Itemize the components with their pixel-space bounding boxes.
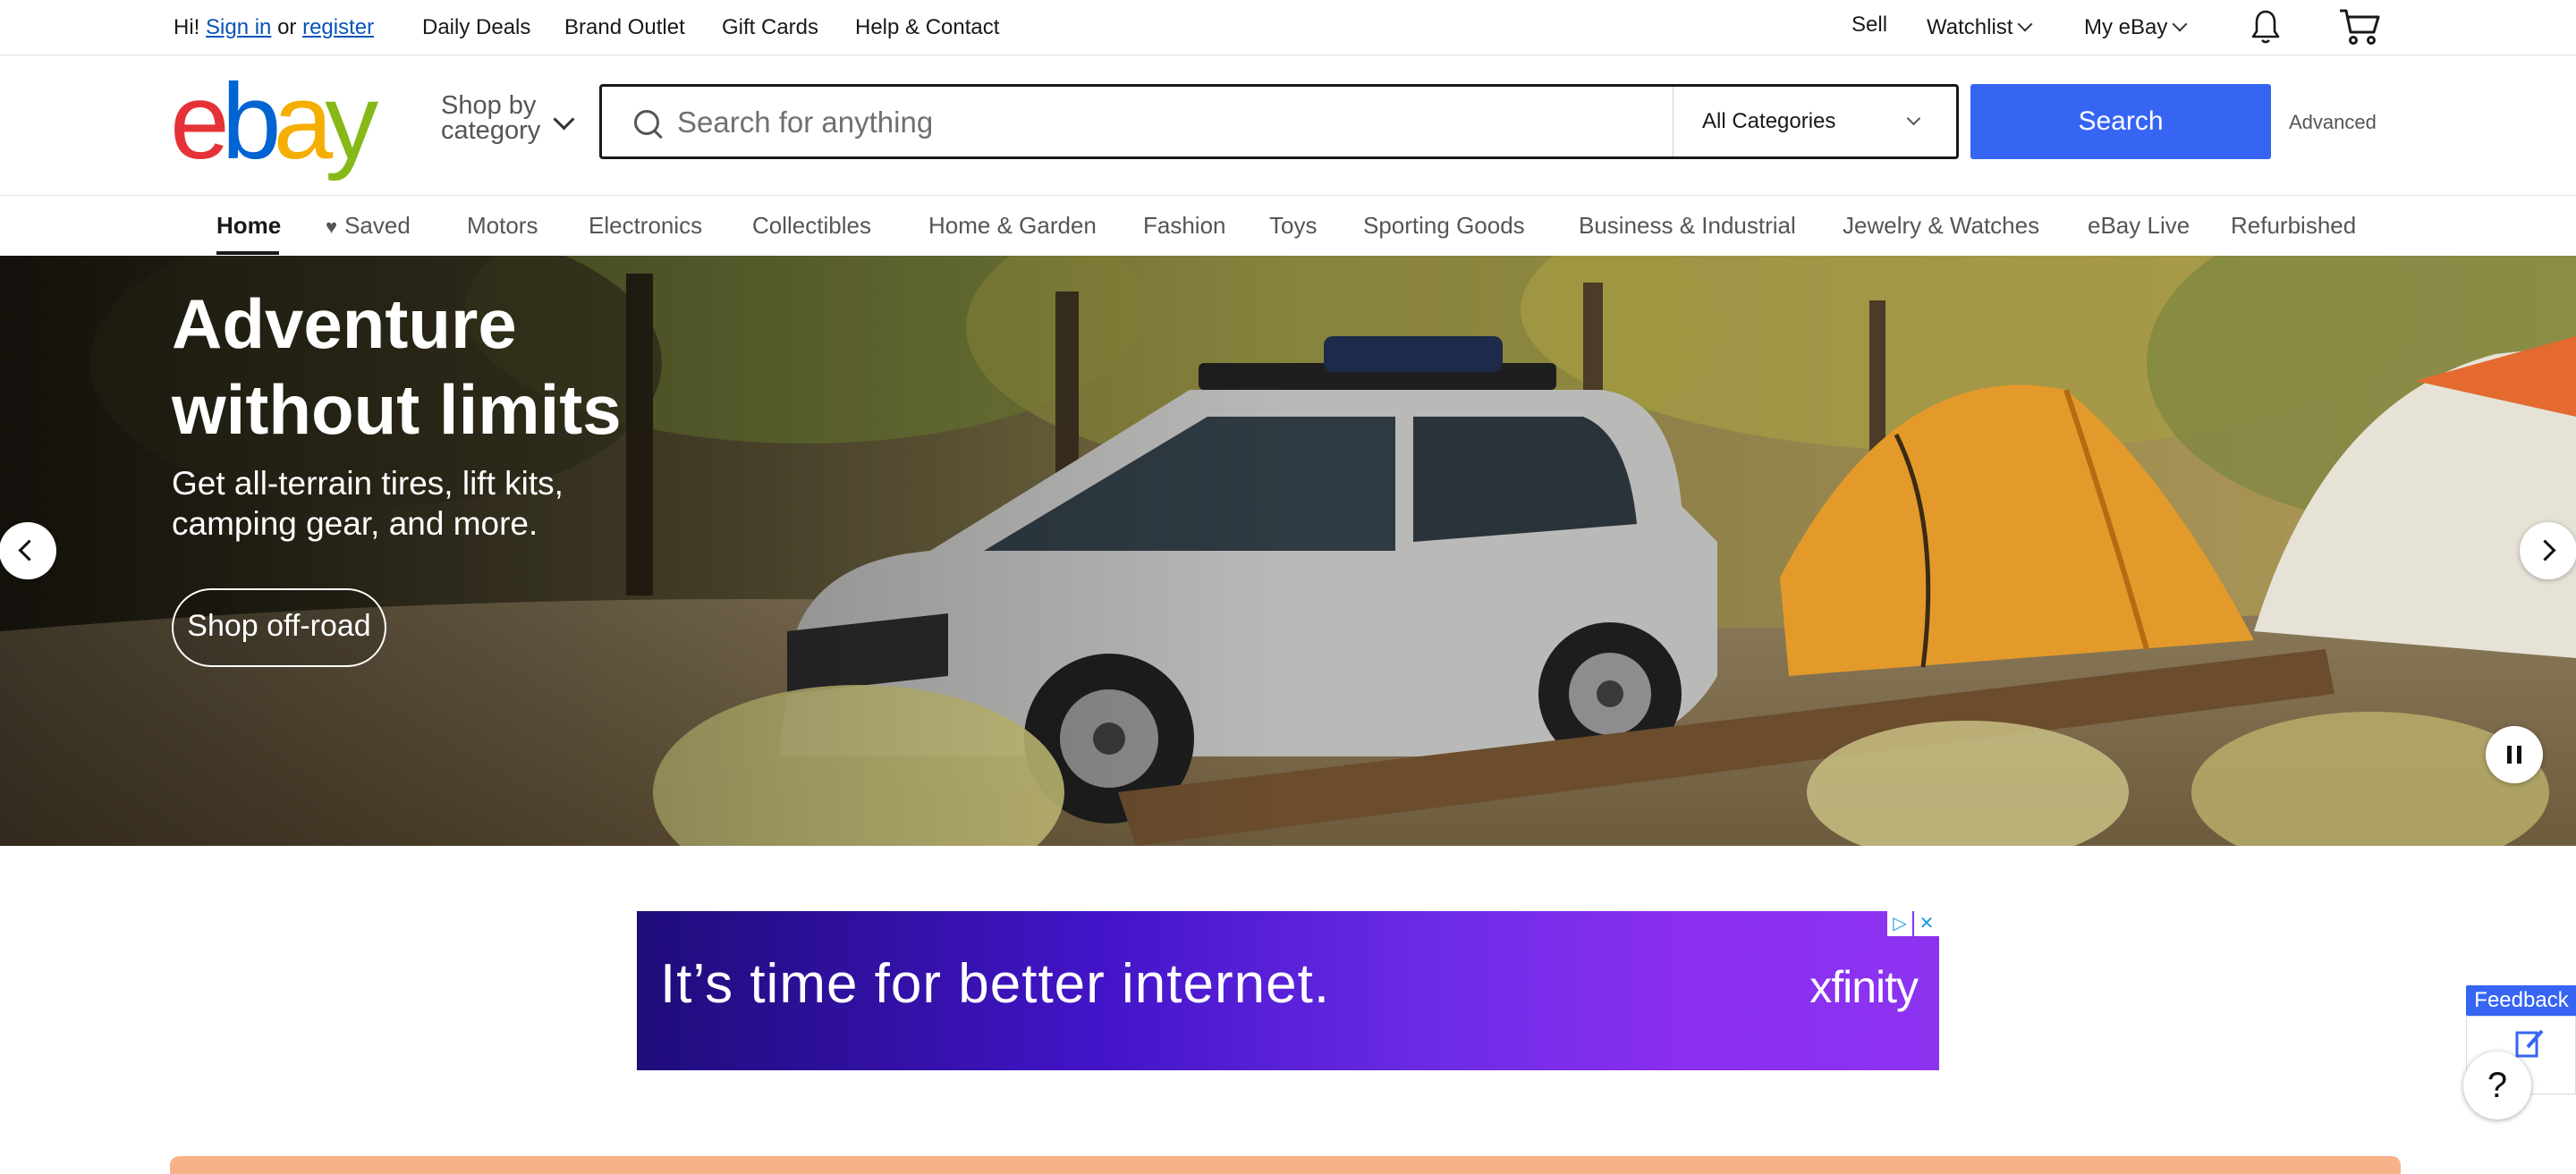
chevron-left-icon [18,539,40,562]
search-button[interactable]: Search [1970,84,2271,159]
logo-letter-b: b [221,62,282,182]
nav-business-industrial[interactable]: Business & Industrial [1579,212,1796,239]
ad-brand-logo: xfinity [1809,962,1919,1012]
nav-saved[interactable]: ♥ Saved [326,212,411,241]
logo-letter-y: y [325,62,378,182]
nav-collectibles[interactable]: Collectibles [752,212,871,239]
gift-cards-link[interactable]: Gift Cards [722,14,818,41]
hero-title: Adventure without limits [172,281,816,452]
carousel-pause-button[interactable] [2486,726,2543,783]
nav-motors[interactable]: Motors [467,212,538,239]
ad-headline: It’s time for better internet. [660,953,1331,1015]
nav-saved-label: Saved [344,212,411,239]
shop-off-road-button[interactable]: Shop off-road [172,588,386,667]
carousel-prev-button[interactable] [0,522,56,579]
nav-home[interactable]: Home [216,212,281,239]
shop-by-category-button[interactable]: Shop by category [441,91,541,145]
sign-in-link[interactable]: Sign in [206,15,271,39]
hero-banner[interactable]: Adventure without limits Get all-terrain… [0,256,2576,846]
advanced-search-link[interactable]: Advanced [2289,111,2377,134]
category-nav: Home ♥ Saved Motors Electronics Collectib… [0,195,2576,256]
my-ebay-menu[interactable]: My eBay [2084,14,2188,41]
ad-banner[interactable]: It’s time for better internet. xfinity ▷… [637,911,1939,1070]
category-select[interactable]: All Categories [1673,87,1956,156]
or-text: or [277,15,297,39]
watchlist-label: Watchlist [1927,15,2013,39]
active-tab-indicator [216,251,279,255]
nav-fashion[interactable]: Fashion [1143,212,1226,239]
register-link[interactable]: register [302,15,374,39]
bell-icon[interactable] [2250,9,2281,45]
greeting-text: Hi! [174,15,200,39]
nav-sporting-goods[interactable]: Sporting Goods [1363,212,1525,239]
search-bar: All Categories [599,84,1959,159]
search-icon [634,110,659,135]
help-button[interactable]: ? [2463,1052,2531,1119]
nav-ebay-live[interactable]: eBay Live [2088,212,2190,239]
heart-icon: ♥ [326,215,338,238]
sell-link[interactable]: Sell [1852,12,1887,38]
chevron-right-icon [2534,539,2556,562]
chevron-down-icon[interactable] [553,108,575,131]
hero-title-line1: Adventure [172,284,517,363]
ebay-logo[interactable]: ebay [170,68,378,175]
nav-jewelry-watches[interactable]: Jewelry & Watches [1843,212,2039,239]
chevron-down-icon [2172,16,2188,32]
chevron-down-icon [1906,111,1921,126]
help-contact-link[interactable]: Help & Contact [855,14,999,41]
nav-home-garden[interactable]: Home & Garden [928,212,1097,239]
category-select-value: All Categories [1702,109,1836,133]
ad-close-icon[interactable]: ✕ [1914,911,1939,936]
next-section-banner [170,1156,2401,1174]
cart-icon[interactable] [2338,7,2381,46]
nav-toys[interactable]: Toys [1269,212,1317,239]
pause-icon [2517,746,2521,764]
logo-letter-e: e [170,62,230,182]
chevron-down-icon [2017,16,2033,32]
shop-by-line2: category [441,116,541,145]
feedback-tab[interactable]: Feedback [2466,985,2576,1016]
carousel-next-button[interactable] [2520,522,2576,579]
hero-subtitle: Get all-terrain tires, lift kits, campin… [172,463,673,544]
nav-refurbished[interactable]: Refurbished [2231,212,2356,239]
greeting: Hi! Sign in or register [174,14,374,41]
brand-outlet-link[interactable]: Brand Outlet [564,14,685,41]
watchlist-menu[interactable]: Watchlist [1927,14,2033,41]
hero-title-line2: without limits [172,370,622,449]
nav-electronics[interactable]: Electronics [589,212,702,239]
logo-letter-a: a [273,62,334,182]
hero-subtitle-line2: camping gear, and more. [172,505,538,542]
daily-deals-link[interactable]: Daily Deals [422,14,530,41]
hero-subtitle-line1: Get all-terrain tires, lift kits, [172,465,564,502]
my-ebay-label: My eBay [2084,15,2168,39]
search-input[interactable] [675,97,1609,148]
top-utility-bar: Hi! Sign in or register Daily Deals Bran… [0,0,2576,55]
adchoices-icon[interactable]: ▷ [1887,911,1912,936]
feedback-edit-icon [2515,1029,2544,1058]
shop-by-line1: Shop by [441,91,537,120]
pause-icon [2507,746,2512,764]
